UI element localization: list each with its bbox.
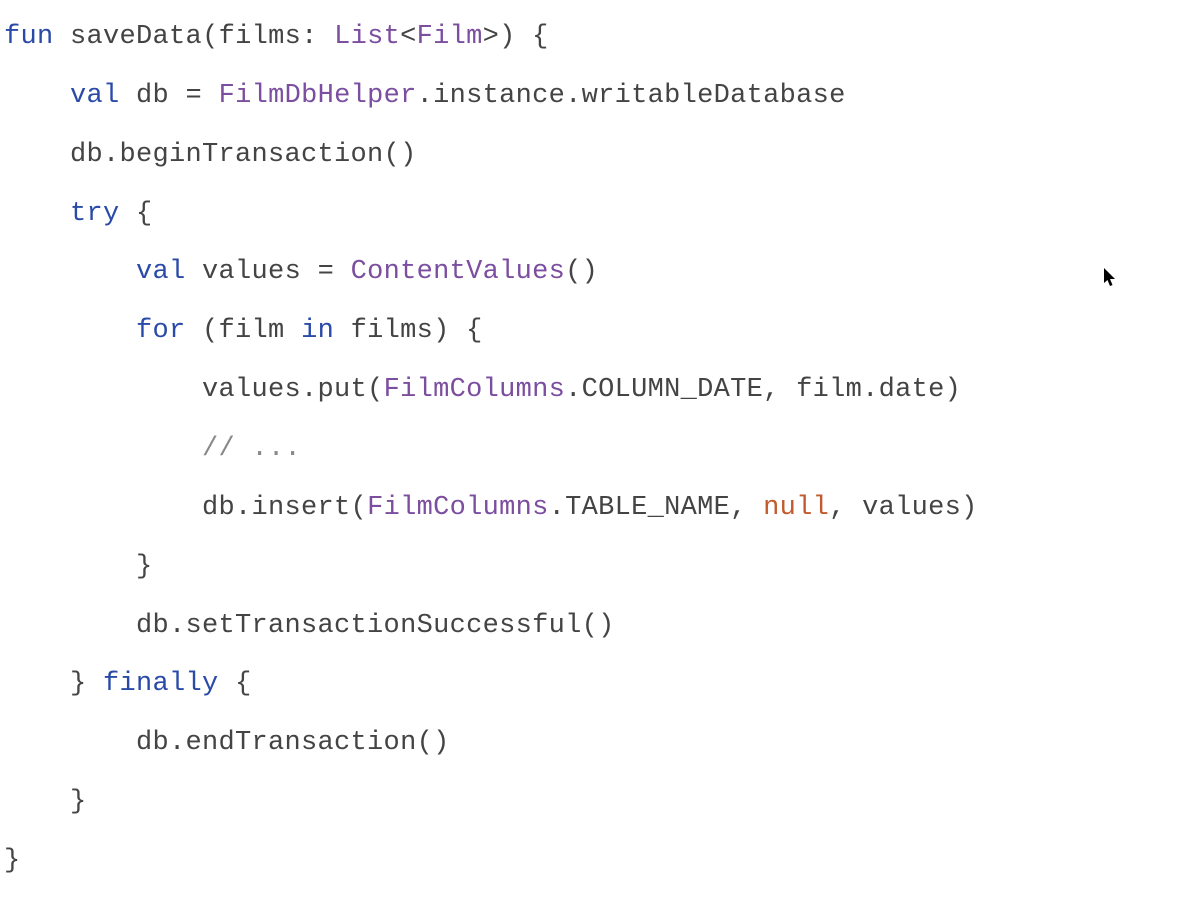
code-token: ContentValues — [351, 257, 566, 287]
code-token — [54, 22, 71, 52]
code-token: (film — [186, 316, 302, 346]
code-token: fun — [4, 22, 54, 52]
code-token: , values) — [829, 493, 978, 523]
code-token: values.put( — [4, 375, 384, 405]
code-token: () — [565, 257, 598, 287]
code-token — [4, 434, 202, 464]
code-token — [4, 316, 136, 346]
code-token: db.setTransactionSuccessful() — [4, 611, 615, 641]
code-token: FilmColumns — [367, 493, 549, 523]
code-token: } — [4, 787, 87, 817]
code-token: values = — [186, 257, 351, 287]
code-block: fun saveData(films: List<Film>) { val db… — [4, 8, 1179, 891]
code-token: in — [301, 316, 334, 346]
code-token — [4, 257, 136, 287]
code-token: db = — [120, 81, 219, 111]
code-token: db.insert( — [4, 493, 367, 523]
code-token: ) { — [499, 22, 549, 52]
code-token: films — [219, 22, 302, 52]
code-token: finally — [103, 669, 219, 699]
code-token: db.endTransaction() — [4, 728, 450, 758]
code-token: saveData — [70, 22, 202, 52]
code-token: { — [219, 669, 252, 699]
code-token: .COLUMN_DATE, film.date) — [565, 375, 961, 405]
code-token: { — [120, 199, 153, 229]
code-token: List — [334, 22, 400, 52]
code-token: // ... — [202, 434, 301, 464]
code-token: for — [136, 316, 186, 346]
code-token: FilmColumns — [384, 375, 566, 405]
code-token: } — [4, 846, 21, 876]
code-token: null — [763, 493, 829, 523]
code-token: .instance.writableDatabase — [417, 81, 846, 111]
code-token: > — [483, 22, 500, 52]
code-token — [4, 81, 70, 111]
code-token: < — [400, 22, 417, 52]
code-token: val — [70, 81, 120, 111]
code-token — [4, 199, 70, 229]
code-token: } — [4, 552, 153, 582]
code-token: try — [70, 199, 120, 229]
code-token: Film — [417, 22, 483, 52]
code-token: val — [136, 257, 186, 287]
code-token: ( — [202, 22, 219, 52]
code-token: : — [301, 22, 334, 52]
code-token: films) { — [334, 316, 483, 346]
code-token: db.beginTransaction() — [4, 140, 417, 170]
code-token: } — [4, 669, 103, 699]
code-token: FilmDbHelper — [219, 81, 417, 111]
code-token: .TABLE_NAME, — [549, 493, 764, 523]
